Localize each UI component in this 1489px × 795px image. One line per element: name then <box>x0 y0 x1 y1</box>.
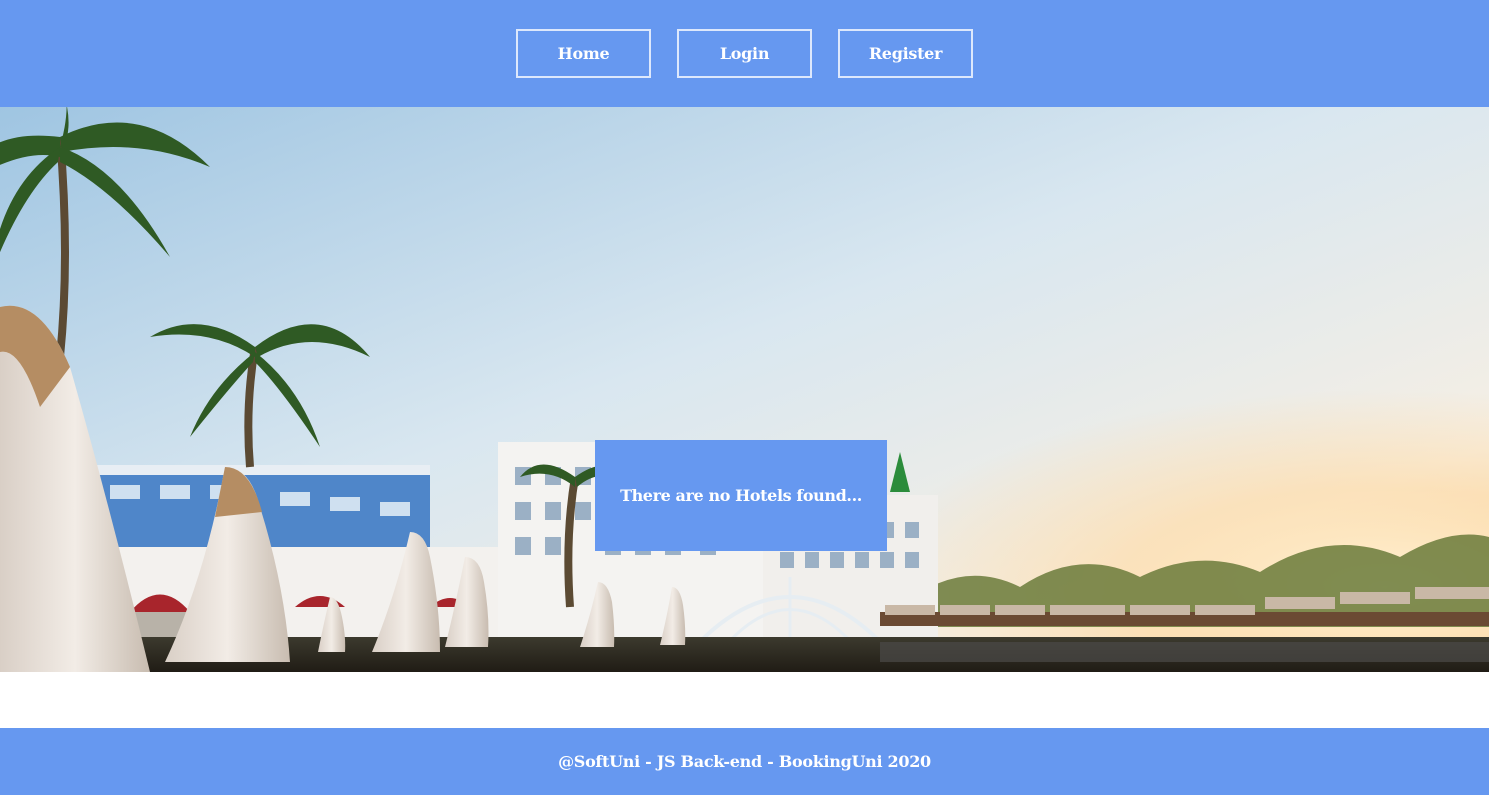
top-navigation: Home Login Register <box>0 0 1489 107</box>
nav-register-button[interactable]: Register <box>838 29 973 78</box>
no-hotels-message: There are no Hotels found... <box>595 440 887 551</box>
nav-login-button[interactable]: Login <box>677 29 812 78</box>
nav-home-button[interactable]: Home <box>516 29 651 78</box>
hotel-resort-image <box>0 107 1489 672</box>
hero-banner: There are no Hotels found... <box>0 107 1489 672</box>
footer: @SoftUni - JS Back-end - BookingUni 2020 <box>0 728 1489 795</box>
